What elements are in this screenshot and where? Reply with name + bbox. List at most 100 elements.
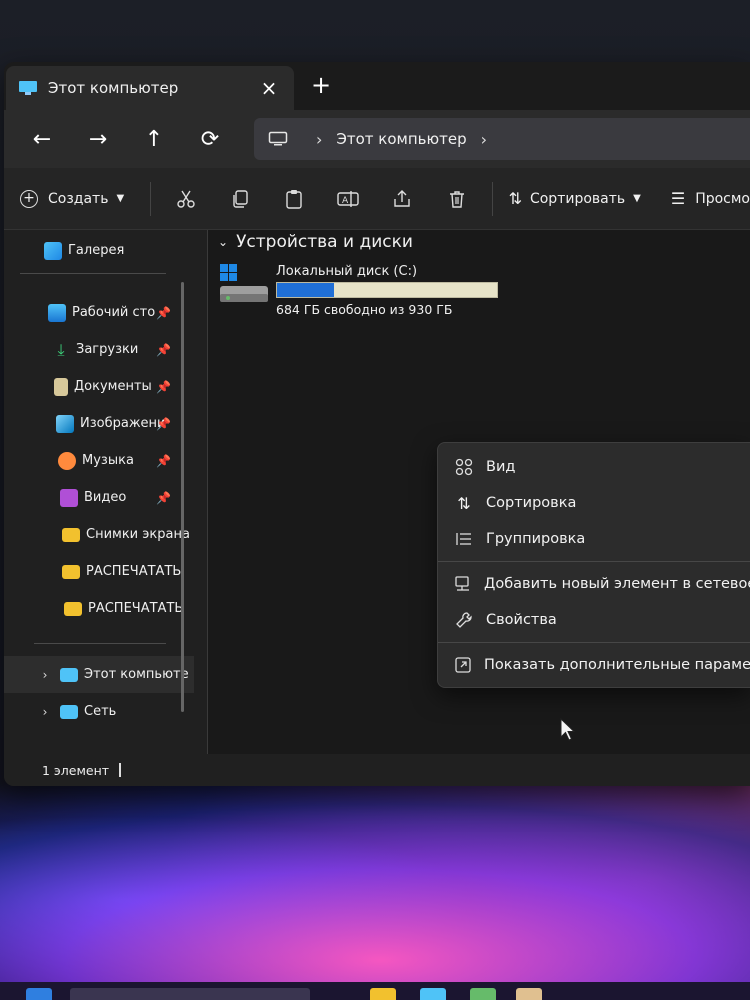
drive-icon — [220, 264, 268, 302]
breadcrumb-chevron-icon[interactable]: › — [316, 130, 322, 149]
sidebar-item-music[interactable]: Музыка 📌 — [4, 442, 194, 479]
sort-button[interactable]: ⇅ Сортировать ▼ — [509, 189, 641, 208]
taskbar-app-icon[interactable] — [470, 988, 496, 1000]
group-icon — [454, 529, 474, 549]
sidebar-item-print-folder-1[interactable]: РАСПЕЧАТАТЬ — [4, 553, 194, 590]
rename-button[interactable]: A — [321, 179, 375, 219]
pin-icon: 📌 — [156, 342, 171, 357]
sort-label: Сортировать — [529, 190, 626, 207]
chevron-down-icon: ⌄ — [218, 235, 229, 249]
copy-icon — [233, 189, 248, 208]
status-bar: 1 элемент — [4, 754, 750, 786]
drive-free-space: 684 ГБ свободно из 930 ГБ — [276, 302, 453, 317]
sidebar-item-label: Рабочий сто — [72, 305, 156, 320]
delete-button[interactable] — [430, 179, 484, 219]
sidebar-item-desktop[interactable]: Рабочий сто 📌 — [4, 294, 194, 331]
sidebar-scrollbar[interactable] — [181, 282, 184, 712]
taskbar-search-icon[interactable] — [70, 988, 310, 1000]
item-count: 1 элемент — [42, 762, 110, 778]
menu-item-show-more-options[interactable]: Показать дополнительные параметр — [438, 647, 750, 683]
menu-item-group[interactable]: Группировка — [438, 521, 750, 557]
taskbar-app-icon[interactable] — [516, 988, 542, 1000]
command-bar: + Создать ▼ A ⇅ Сортировать ▼ ☰ Просмо — [4, 168, 750, 230]
menu-item-view[interactable]: Вид — [438, 449, 750, 485]
pictures-icon — [56, 414, 74, 433]
svg-text:A: A — [342, 196, 349, 206]
up-button[interactable]: ↑ — [126, 119, 182, 159]
folder-icon — [62, 527, 80, 542]
sidebar-item-label: Этот компьюте — [84, 667, 189, 682]
sidebar-item-pictures[interactable]: Изображени 📌 — [4, 405, 194, 442]
menu-item-add-network-location[interactable]: Добавить новый элемент в сетевое — [438, 566, 750, 602]
pin-icon: 📌 — [156, 305, 171, 320]
downloads-icon: ⤓ — [57, 339, 65, 359]
menu-item-sort[interactable]: ⇅ Сортировка — [438, 485, 750, 521]
address-bar[interactable]: › Этот компьютер › — [254, 118, 750, 160]
mouse-pointer-icon — [560, 718, 576, 741]
sidebar-item-print-folder-2[interactable]: РАСПЕЧАТАТЬ — [4, 590, 194, 627]
drive-c[interactable]: Локальный диск (C:) 684 ГБ свободно из 9… — [218, 264, 498, 317]
taskbar-app-icon[interactable] — [370, 988, 396, 1000]
menu-separator — [438, 642, 750, 643]
taskbar-app-icon[interactable] — [420, 988, 446, 1000]
sidebar-item-label: Музыка — [82, 453, 134, 468]
sidebar-divider — [20, 273, 166, 274]
sidebar-item-label: Загрузки — [76, 342, 139, 357]
tab-title: Этот компьютер — [48, 79, 179, 97]
menu-item-label: Свойства — [486, 612, 557, 628]
back-button[interactable]: ← — [14, 119, 70, 159]
sidebar-item-gallery[interactable]: Галерея — [4, 232, 194, 269]
share-button[interactable] — [375, 179, 429, 219]
sidebar-item-network[interactable]: › Сеть — [4, 693, 194, 730]
videos-icon — [60, 488, 78, 507]
copy-button[interactable] — [213, 179, 267, 219]
sidebar-item-videos[interactable]: Видео 📌 — [4, 479, 194, 516]
sidebar-item-documents[interactable]: Документы 📌 — [4, 368, 194, 405]
cut-button[interactable] — [159, 179, 213, 219]
group-header-devices[interactable]: ⌄ Устройства и диски — [218, 232, 413, 252]
expand-chevron-icon[interactable]: › — [36, 705, 54, 719]
sidebar-item-screenshots[interactable]: Снимки экрана — [4, 516, 194, 553]
view-label: Просмо — [695, 190, 750, 207]
sidebar-item-downloads[interactable]: ⤓ Загрузки 📌 — [4, 331, 194, 368]
pin-icon: 📌 — [156, 379, 171, 394]
network-icon — [60, 704, 78, 719]
menu-item-properties[interactable]: Свойства — [438, 602, 750, 638]
pin-icon: 📌 — [156, 490, 171, 505]
new-tab-button[interactable]: + — [310, 73, 332, 97]
view-button[interactable]: ☰ Просмо — [671, 189, 750, 208]
breadcrumb-this-pc[interactable]: Этот компьютер — [336, 130, 466, 148]
pin-icon: 📌 — [156, 416, 171, 431]
create-button[interactable]: + Создать ▼ — [20, 189, 124, 208]
folder-icon — [64, 601, 82, 616]
wrench-icon — [454, 610, 474, 630]
pane-splitter[interactable] — [194, 230, 208, 754]
sidebar-item-label: Сеть — [84, 704, 117, 719]
rename-icon: A — [337, 190, 360, 207]
tab-this-pc[interactable]: Этот компьютер × — [6, 66, 294, 110]
sidebar-item-this-pc[interactable]: › Этот компьюте — [4, 656, 194, 693]
paste-button[interactable] — [267, 179, 321, 219]
status-divider — [119, 763, 122, 777]
more-options-icon — [454, 655, 472, 675]
view-list-icon: ☰ — [670, 189, 686, 208]
taskbar-app-icon[interactable] — [26, 988, 52, 1000]
menu-item-label: Показать дополнительные параметр — [484, 657, 750, 673]
create-label: Создать — [48, 190, 109, 207]
gallery-icon — [44, 241, 62, 260]
forward-button[interactable]: → — [70, 119, 126, 159]
folder-icon — [62, 564, 80, 579]
paste-icon — [286, 189, 303, 209]
sidebar-item-label: Документы — [74, 379, 152, 394]
close-tab-icon[interactable]: × — [258, 77, 280, 99]
menu-item-label: Добавить новый элемент в сетевое — [484, 576, 750, 592]
navigation-pane: Галерея Рабочий сто 📌 ⤓ Загрузки 📌 Докум… — [4, 230, 194, 754]
sidebar-item-label: Снимки экрана — [86, 527, 190, 542]
expand-chevron-icon[interactable]: › — [36, 668, 54, 682]
plus-icon: + — [20, 189, 38, 208]
desktop-icon — [48, 303, 66, 322]
refresh-button[interactable]: ⟳ — [182, 119, 238, 159]
taskbar — [0, 982, 750, 1000]
breadcrumb-expand-chevron-icon[interactable]: › — [481, 130, 487, 149]
sidebar-divider — [34, 643, 166, 644]
